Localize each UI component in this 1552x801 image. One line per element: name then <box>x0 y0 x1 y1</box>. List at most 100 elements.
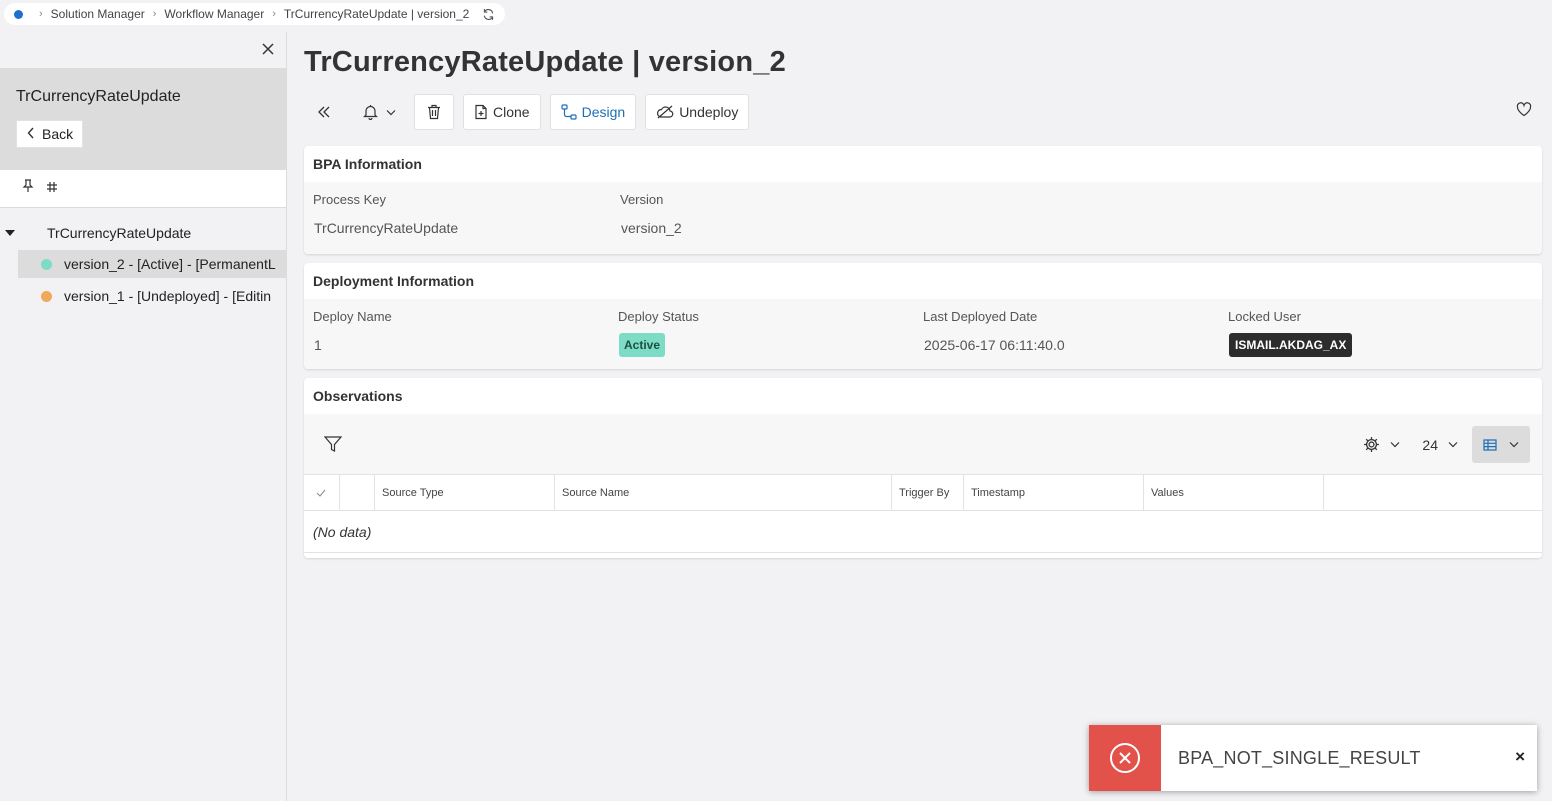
field-last-deployed: Last Deployed Date 2025-06-17 06:11:40.0 <box>923 307 1228 363</box>
double-chevron-left-icon <box>318 106 330 118</box>
field-locked-user: Locked User ISMAIL.AKDAG_AX <box>1228 307 1533 363</box>
table-header: Source Type Source Name Trigger By Times… <box>304 474 1542 511</box>
page-size-select[interactable]: 24 <box>1422 437 1458 453</box>
home-dot-icon[interactable] <box>14 9 23 19</box>
undeploy-button[interactable]: Undeploy <box>645 94 750 130</box>
field-label: Last Deployed Date <box>923 309 1038 324</box>
field-label: Locked User <box>1228 309 1301 324</box>
error-circle-x-icon <box>1110 743 1140 773</box>
user-badge: ISMAIL.AKDAG_AX <box>1229 333 1353 357</box>
back-button-label: Back <box>42 126 74 142</box>
version-tree: TrCurrencyRateUpdate version_2 - [Active… <box>0 208 287 310</box>
empty-table-message: (No data) <box>304 511 1542 553</box>
sidebar-title: TrCurrencyRateUpdate <box>16 88 181 105</box>
tree-item-label: version_2 - [Active] - [PermanentL <box>64 256 276 272</box>
column-header-source-name[interactable]: Source Name <box>555 475 892 510</box>
tree-item-label: version_1 - [Undeployed] - [Editin <box>64 288 271 304</box>
observations-card: Observations 24 Source Type Source Name … <box>304 378 1542 558</box>
field-version: Version version_2 <box>620 190 927 246</box>
field-deploy-status: Deploy Status Active <box>618 307 923 363</box>
trash-icon <box>428 104 440 120</box>
toast-close-button[interactable]: × <box>1515 747 1525 767</box>
field-label: Deploy Name <box>313 309 392 324</box>
card-title: Observations <box>313 388 403 404</box>
tree-root-label: TrCurrencyRateUpdate <box>47 225 192 241</box>
column-header-timestamp[interactable]: Timestamp <box>964 475 1144 510</box>
gear-icon <box>1364 437 1380 452</box>
breadcrumb-item-current: TrCurrencyRateUpdate | version_2 <box>283 7 470 21</box>
chevron-right-icon: › <box>39 8 43 20</box>
page-size-value: 24 <box>1422 436 1438 453</box>
settings-dropdown[interactable] <box>1363 436 1400 453</box>
card-body: Process Key TrCurrencyRateUpdate Version… <box>304 182 1542 254</box>
sidebar-tools <box>0 170 286 208</box>
main-content: TrCurrencyRateUpdate | version_2 Clone D… <box>304 32 1542 558</box>
toast-icon-area <box>1089 725 1161 791</box>
card-title: BPA Information <box>313 156 422 172</box>
collapse-panel-button[interactable] <box>304 95 344 129</box>
deployment-information-card: Deployment Information Deploy Name 1 Dep… <box>304 263 1542 369</box>
clone-button-label: Clone <box>493 104 530 120</box>
chevron-down-icon <box>1448 442 1458 448</box>
workflow-icon <box>560 104 577 120</box>
card-body: Deploy Name 1 Deploy Status Active Last … <box>304 299 1542 369</box>
status-badge: Active <box>619 333 666 357</box>
clone-button[interactable]: Clone <box>463 94 541 130</box>
column-header-values[interactable]: Values <box>1144 475 1324 510</box>
tree-root[interactable]: TrCurrencyRateUpdate <box>0 220 286 246</box>
select-all-checkbox[interactable] <box>304 475 340 510</box>
favorite-heart-icon[interactable] <box>1516 102 1532 122</box>
cloud-off-icon <box>657 105 674 119</box>
status-dot-icon <box>41 290 52 302</box>
field-value: 1 <box>314 337 322 353</box>
field-label: Deploy Status <box>618 309 699 324</box>
design-button[interactable]: Design <box>549 94 637 130</box>
field-value: 2025-06-17 06:11:40.0 <box>924 337 1065 353</box>
breadcrumb: › Solution Manager › Workflow Manager › … <box>4 3 506 25</box>
field-process-key: Process Key TrCurrencyRateUpdate <box>313 190 620 246</box>
field-deploy-name: Deploy Name 1 <box>313 307 618 363</box>
filter-icon[interactable] <box>323 436 343 457</box>
chevron-down-icon <box>386 109 395 115</box>
close-icon[interactable] <box>260 41 276 57</box>
row-actions-column <box>340 475 375 510</box>
field-label: Version <box>620 192 664 207</box>
view-mode-dropdown[interactable] <box>1472 426 1530 463</box>
toolbar: Clone Design Undeploy <box>304 94 1542 130</box>
undeploy-button-label: Undeploy <box>679 104 739 120</box>
column-header-trigger-by[interactable]: Trigger By <box>892 475 964 510</box>
field-value: version_2 <box>621 220 682 236</box>
clone-doc-icon <box>475 104 487 120</box>
back-button[interactable]: Back <box>16 120 84 148</box>
field-label: Process Key <box>313 192 386 207</box>
page-title: TrCurrencyRateUpdate | version_2 <box>304 46 786 78</box>
pin-icon[interactable] <box>22 179 34 198</box>
observations-toolbar: 24 <box>304 414 1542 474</box>
column-header-source-type[interactable]: Source Type <box>375 475 555 510</box>
sidebar: TrCurrencyRateUpdate Back TrCurrencyRate… <box>0 32 287 801</box>
tree-item-version-1[interactable]: version_1 - [Undeployed] - [Editin <box>18 282 287 310</box>
bpa-information-card: BPA Information Process Key TrCurrencyRa… <box>304 146 1542 254</box>
notification-button[interactable] <box>353 95 405 129</box>
card-title: Deployment Information <box>313 273 475 289</box>
tree-item-version-2[interactable]: version_2 - [Active] - [PermanentL <box>18 250 287 278</box>
toast-message: BPA_NOT_SINGLE_RESULT <box>1178 747 1421 768</box>
chevron-down-icon <box>1509 442 1519 448</box>
chevron-right-icon: › <box>272 8 276 20</box>
card-footer <box>304 553 1542 558</box>
delete-button[interactable] <box>414 94 454 130</box>
grid-hash-icon[interactable] <box>46 180 58 198</box>
field-value-wrap: Active <box>618 327 923 363</box>
refresh-icon[interactable] <box>481 7 495 21</box>
breadcrumb-item-solution-manager[interactable]: Solution Manager <box>51 7 145 21</box>
field-value-wrap: ISMAIL.AKDAG_AX <box>1228 327 1533 363</box>
design-button-label: Design <box>581 104 626 120</box>
chevron-right-icon: › <box>152 8 157 20</box>
error-toast: BPA_NOT_SINGLE_RESULT × <box>1089 725 1537 791</box>
breadcrumb-item-workflow-manager[interactable]: Workflow Manager <box>164 7 264 21</box>
check-icon <box>316 489 326 497</box>
field-value: TrCurrencyRateUpdate <box>314 220 459 236</box>
caret-down-icon[interactable] <box>5 230 15 236</box>
table-view-icon <box>1483 438 1497 451</box>
bell-icon <box>362 105 378 120</box>
